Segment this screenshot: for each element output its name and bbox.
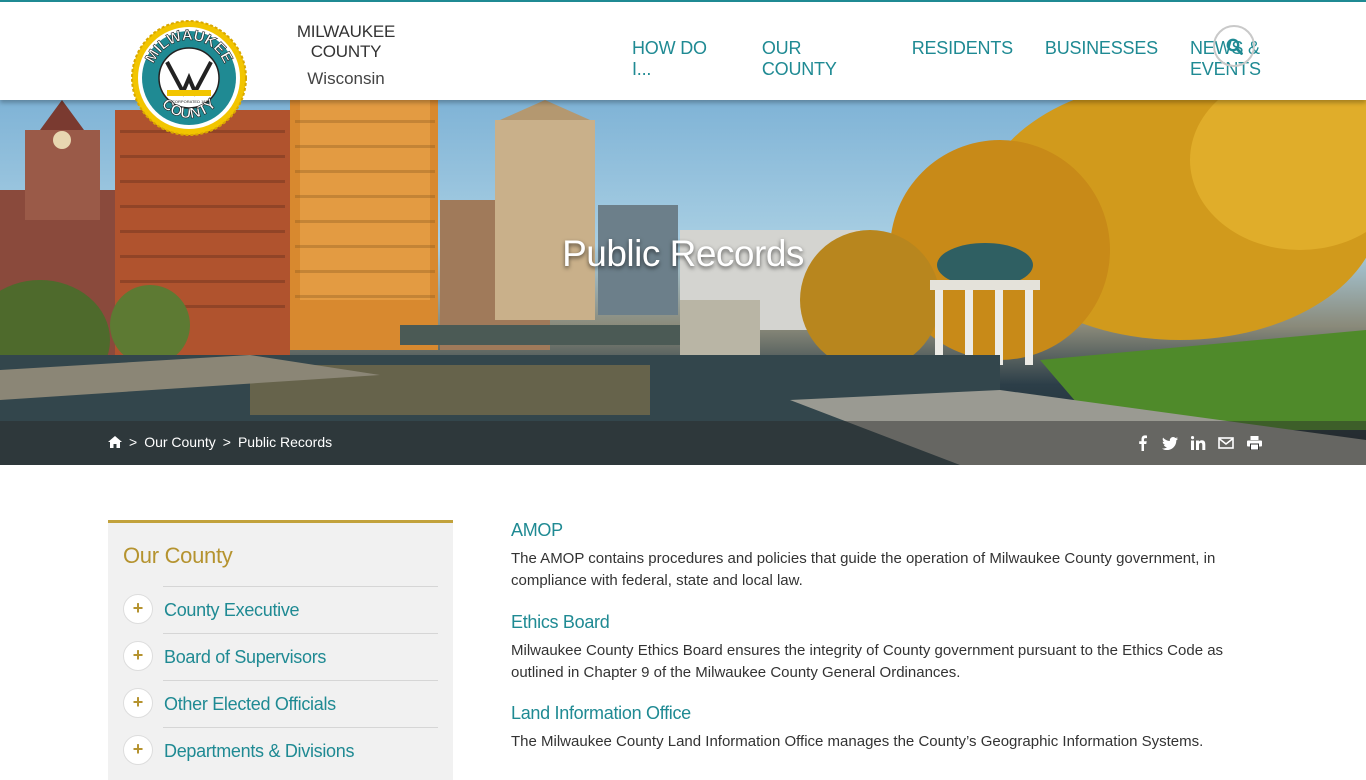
expand-icon[interactable]: + xyxy=(123,641,153,671)
brand-state[interactable]: Wisconsin xyxy=(276,69,416,89)
sidebar-item-label[interactable]: Board of Supervisors xyxy=(164,647,326,668)
expand-icon[interactable]: + xyxy=(123,688,153,718)
breadcrumb-our-county[interactable]: Our County xyxy=(144,434,216,450)
city-river-photo xyxy=(0,100,1366,465)
record-entry-amop: AMOP The AMOP contains procedures and po… xyxy=(511,520,1271,592)
sidebar-item-departments-divisions[interactable]: + Departments & Divisions xyxy=(123,727,438,774)
sidebar-item-label[interactable]: Departments & Divisions xyxy=(164,741,354,762)
sidebar-title[interactable]: Our County xyxy=(123,543,233,569)
page-title: Public Records xyxy=(562,233,804,274)
print-icon[interactable] xyxy=(1240,432,1268,454)
sidebar-item-label[interactable]: Other Elected Officials xyxy=(164,694,336,715)
entry-title-link[interactable]: AMOP xyxy=(511,520,1271,541)
expand-icon[interactable]: + xyxy=(123,735,153,765)
share-toolbar xyxy=(1128,432,1268,454)
breadcrumb-separator: > xyxy=(222,434,231,450)
section-sidebar: Our County + County Executive + Board of… xyxy=(108,520,453,780)
linkedin-icon[interactable] xyxy=(1184,432,1212,454)
sidebar-item-county-executive[interactable]: + County Executive xyxy=(123,586,438,633)
entry-description: The Milwaukee County Land Information Of… xyxy=(511,733,1204,750)
email-icon[interactable] xyxy=(1212,432,1240,454)
nav-news-events[interactable]: NEWS & EVENTS xyxy=(1190,38,1334,80)
twitter-icon[interactable] xyxy=(1156,432,1184,454)
sidebar-item-board-of-supervisors[interactable]: + Board of Supervisors xyxy=(123,633,438,680)
nav-our-county[interactable]: OUR COUNTY xyxy=(762,38,880,80)
breadcrumb-separator: > xyxy=(129,434,138,450)
seal-inner-text: INCORPORATED 1835 xyxy=(168,99,211,104)
breadcrumb: > Our County > Public Records xyxy=(108,434,332,450)
main-nav: HOW DO I... OUR COUNTY RESIDENTS BUSINES… xyxy=(632,38,1366,80)
divider xyxy=(163,633,438,634)
search-icon xyxy=(1226,38,1243,55)
search-button[interactable] xyxy=(1213,25,1255,67)
breadcrumb-bar: > Our County > Public Records xyxy=(0,421,1366,465)
entry-title-link[interactable]: Land Information Office xyxy=(511,703,1203,724)
divider xyxy=(163,680,438,681)
entry-description: The AMOP contains procedures and policie… xyxy=(511,550,1216,589)
nav-businesses[interactable]: BUSINESSES xyxy=(1045,38,1158,80)
record-entry-land-information-office: Land Information Office The Milwaukee Co… xyxy=(511,703,1203,753)
record-entry-ethics-board: Ethics Board Milwaukee County Ethics Boa… xyxy=(511,612,1271,684)
sidebar-item-label[interactable]: County Executive xyxy=(164,600,300,621)
county-seal-logo[interactable]: MILWAUKEE COUNTY INCORPORATED 1835 xyxy=(131,20,247,136)
brand-name[interactable]: MILWAUKEE COUNTY xyxy=(276,22,416,62)
nav-residents[interactable]: RESIDENTS xyxy=(912,38,1013,80)
divider xyxy=(163,586,438,587)
brand[interactable]: MILWAUKEE COUNTY Wisconsin xyxy=(276,22,416,89)
home-icon[interactable] xyxy=(108,436,122,448)
hero-banner: Public Records > Our County > Public Rec… xyxy=(0,100,1366,465)
divider xyxy=(163,727,438,728)
facebook-icon[interactable] xyxy=(1128,432,1156,454)
entry-description: Milwaukee County Ethics Board ensures th… xyxy=(511,642,1224,681)
entry-title-link[interactable]: Ethics Board xyxy=(511,612,1271,633)
sidebar-item-other-elected-officials[interactable]: + Other Elected Officials xyxy=(123,680,438,727)
breadcrumb-current: Public Records xyxy=(237,434,333,450)
expand-icon[interactable]: + xyxy=(123,594,153,624)
nav-how-do-i[interactable]: HOW DO I... xyxy=(632,38,730,80)
